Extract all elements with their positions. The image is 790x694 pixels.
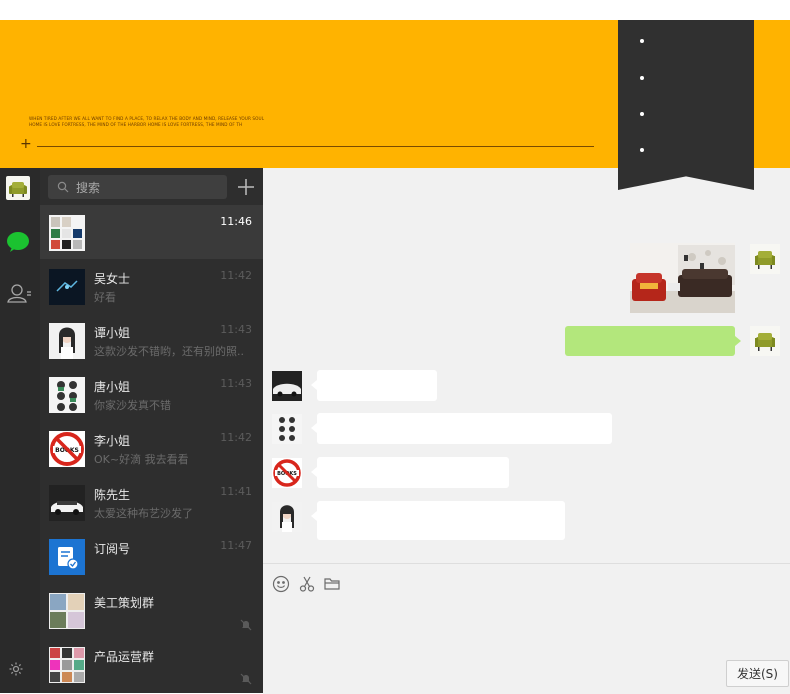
- plus-icon: [238, 179, 254, 195]
- subscription-avatar: [49, 539, 85, 575]
- search-input[interactable]: 搜索: [48, 175, 227, 199]
- group-avatar: [49, 647, 85, 683]
- conversation-item[interactable]: 谭小姐 这款沙发不错哟，还有别的照... 11:43: [40, 313, 263, 367]
- contact-avatar: [49, 377, 85, 413]
- message-composer[interactable]: [263, 563, 790, 694]
- contact-avatar: [49, 323, 85, 359]
- chat-icon[interactable]: [6, 229, 32, 255]
- search-placeholder: 搜索: [76, 181, 101, 195]
- conversation-preview: 这款沙发不错哟，还有别的照...: [94, 345, 244, 358]
- conversation-name: 吴女士: [94, 272, 131, 286]
- conversation-time: 11:42: [220, 431, 252, 444]
- banner-tagline: WHEN TIRED AFTER WE ALL WANT TO FIND A P…: [29, 116, 264, 127]
- conversation-item[interactable]: 订阅号 11:47: [40, 529, 263, 583]
- plus-icon: +: [20, 136, 32, 152]
- mute-bell-icon: [240, 616, 252, 635]
- settings-icon[interactable]: [8, 661, 24, 677]
- menu-ribbon[interactable]: [618, 20, 754, 190]
- conversation-item[interactable]: 美工策划群: [40, 583, 263, 637]
- conversation-item[interactable]: 吴女士 好看 11:42: [40, 259, 263, 313]
- contacts-icon[interactable]: [6, 281, 32, 307]
- conversation-item[interactable]: 11:46: [40, 205, 263, 259]
- conversation-time: 11:42: [220, 269, 252, 282]
- conversation-name: 李小姐: [94, 434, 131, 448]
- conversation-name: 产品运营群: [94, 650, 155, 664]
- group-avatar: [49, 593, 85, 629]
- conversation-name: 谭小姐: [94, 326, 131, 340]
- conversation-preview: 太爱这种布艺沙发了: [94, 507, 193, 520]
- scissors-icon[interactable]: [298, 575, 316, 593]
- conversation-time: 11:47: [220, 539, 252, 552]
- tagline-line-2: HOME IS LOVE FORTRESS, THE MIND OF THE H…: [29, 121, 243, 127]
- conversation-preview: 好看: [94, 291, 116, 304]
- conversation-name: 订阅号: [94, 542, 131, 556]
- search-icon: [57, 181, 69, 193]
- my-avatar[interactable]: [6, 176, 30, 200]
- conversation-item[interactable]: 唐小姐 你家沙发真不错 11:43: [40, 367, 263, 421]
- contact-chat-avatar[interactable]: BOOKS: [272, 458, 302, 488]
- my-chat-avatar[interactable]: [750, 326, 780, 356]
- contact-avatar: [49, 269, 85, 305]
- outgoing-message-bubble[interactable]: [565, 326, 741, 356]
- my-chat-avatar[interactable]: [750, 244, 780, 274]
- add-button[interactable]: [237, 178, 255, 196]
- contact-chat-avatar[interactable]: [272, 502, 302, 532]
- incoming-message-bubble[interactable]: [311, 457, 509, 488]
- menu-dot-icon: [640, 148, 644, 152]
- image-message[interactable]: [630, 243, 735, 313]
- conversation-name: 陈先生: [94, 488, 131, 502]
- group-avatar: [49, 215, 85, 251]
- incoming-message-bubble[interactable]: [311, 501, 565, 540]
- conversation-preview: OK~好滴 我去看看: [94, 453, 189, 466]
- conversation-time: 11:41: [220, 485, 252, 498]
- contact-avatar: [49, 485, 85, 521]
- tagline-line-1: WHEN TIRED AFTER WE ALL WANT TO FIND A P…: [29, 116, 265, 121]
- conversation-item[interactable]: 产品运营群: [40, 637, 263, 691]
- menu-dot-icon: [640, 39, 644, 43]
- conversation-item[interactable]: 陈先生 太爱这种布艺沙发了 11:41: [40, 475, 263, 529]
- contact-chat-avatar[interactable]: [272, 371, 302, 401]
- conversation-preview: 你家沙发真不错: [94, 399, 171, 412]
- menu-dot-icon: [640, 76, 644, 80]
- incoming-message-bubble[interactable]: [311, 370, 437, 401]
- banner-divider: [37, 146, 594, 147]
- contact-avatar: BOOKS: [49, 431, 85, 467]
- emoji-icon[interactable]: [272, 575, 290, 593]
- contact-chat-avatar[interactable]: [272, 414, 302, 444]
- conversation-time: 11:43: [220, 323, 252, 336]
- folder-icon[interactable]: [323, 575, 341, 593]
- mute-bell-icon: [240, 670, 252, 689]
- conversation-time: 11:43: [220, 377, 252, 390]
- conversation-item[interactable]: BOOKS 李小姐 OK~好滴 我去看看 11:42: [40, 421, 263, 475]
- conversation-name: 唐小姐: [94, 380, 131, 394]
- send-button[interactable]: 发送(S): [726, 660, 789, 687]
- incoming-message-bubble[interactable]: [311, 413, 612, 444]
- conversation-name: 美工策划群: [94, 596, 155, 610]
- conversation-time: 11:46: [220, 215, 252, 228]
- menu-dot-icon: [640, 112, 644, 116]
